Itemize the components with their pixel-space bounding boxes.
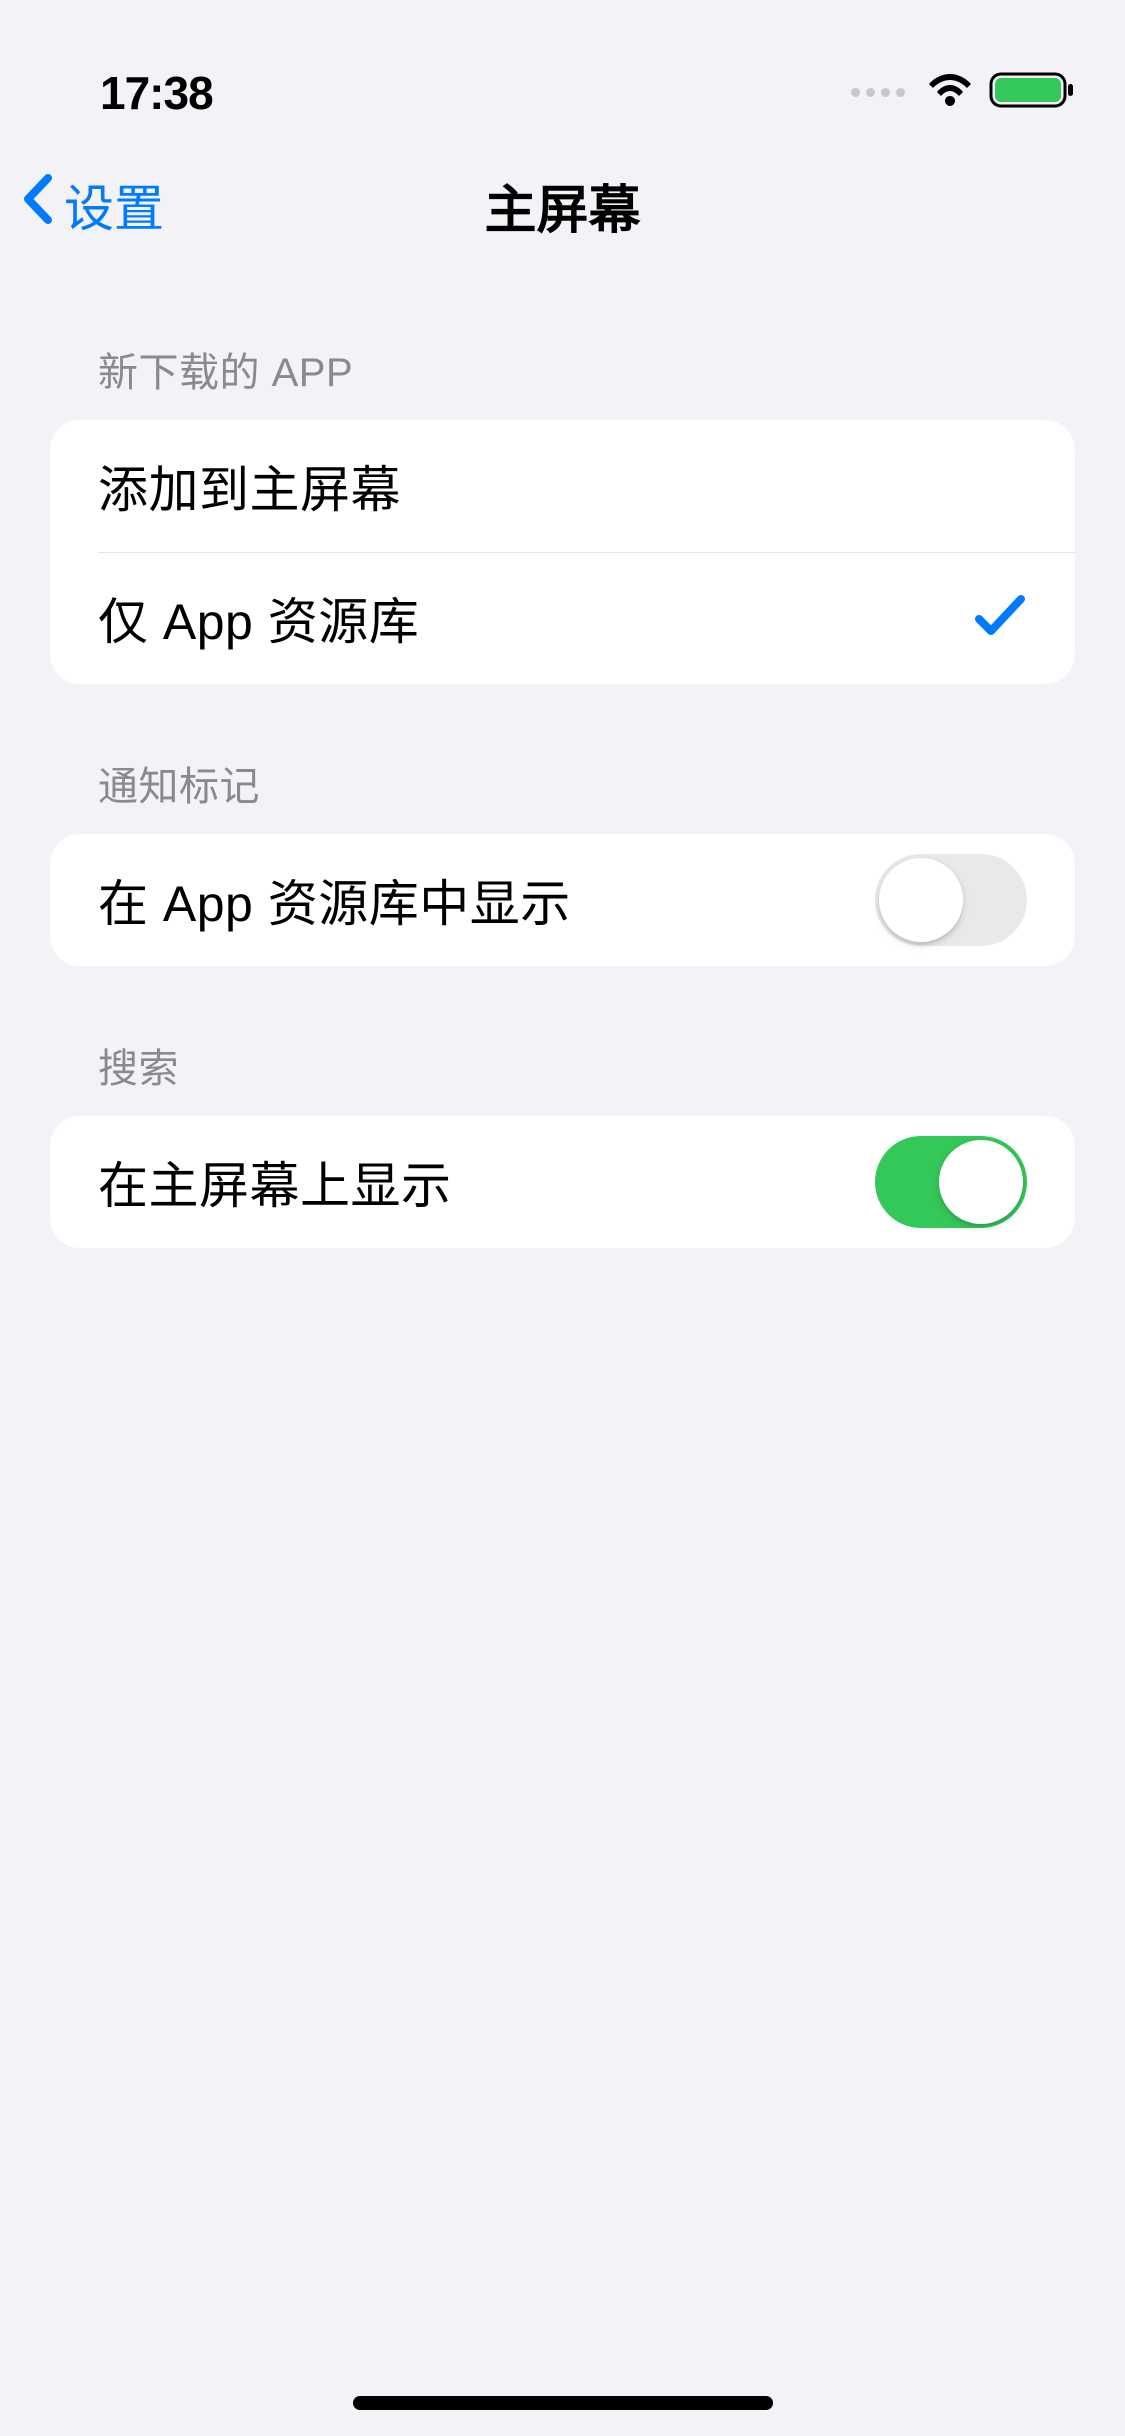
back-label: 设置	[64, 169, 164, 241]
cell-group-badges: 在 App 资源库中显示	[50, 834, 1075, 966]
cell-group-new-downloads: 添加到主屏幕 仅 App 资源库	[50, 420, 1075, 684]
back-button[interactable]: 设置	[20, 169, 164, 241]
toggle-show-on-home[interactable]	[875, 1136, 1027, 1228]
option-label: 添加到主屏幕	[98, 450, 401, 522]
section-header-new-downloads: 新下载的 APP	[50, 340, 1075, 420]
section-new-downloads: 新下载的 APP 添加到主屏幕 仅 App 资源库	[0, 340, 1125, 684]
status-time: 17:38	[100, 66, 213, 120]
row-show-on-home: 在主屏幕上显示	[50, 1116, 1075, 1248]
row-label: 在 App 资源库中显示	[98, 864, 571, 936]
toggle-knob	[879, 858, 963, 942]
battery-icon	[989, 70, 1075, 115]
option-add-to-home[interactable]: 添加到主屏幕	[50, 420, 1075, 552]
page-title: 主屏幕	[20, 168, 1105, 243]
navigation-bar: 设置 主屏幕	[0, 140, 1125, 270]
option-label: 仅 App 资源库	[98, 582, 419, 654]
cellular-dots-icon	[851, 88, 905, 97]
wifi-icon	[925, 72, 975, 113]
chevron-left-icon	[20, 172, 56, 238]
toggle-show-in-app-library[interactable]	[875, 854, 1027, 946]
row-show-in-app-library: 在 App 资源库中显示	[50, 834, 1075, 966]
checkmark-icon	[973, 591, 1027, 646]
status-right	[851, 70, 1075, 115]
option-app-library-only[interactable]: 仅 App 资源库	[50, 552, 1075, 684]
row-label: 在主屏幕上显示	[98, 1146, 452, 1218]
section-header-search: 搜索	[50, 1036, 1075, 1116]
toggle-knob	[939, 1140, 1023, 1224]
status-bar: 17:38	[0, 0, 1125, 140]
home-indicator[interactable]	[353, 2396, 773, 2410]
section-header-badges: 通知标记	[50, 754, 1075, 834]
cell-group-search: 在主屏幕上显示	[50, 1116, 1075, 1248]
section-badges: 通知标记 在 App 资源库中显示	[0, 754, 1125, 966]
section-search: 搜索 在主屏幕上显示	[0, 1036, 1125, 1248]
